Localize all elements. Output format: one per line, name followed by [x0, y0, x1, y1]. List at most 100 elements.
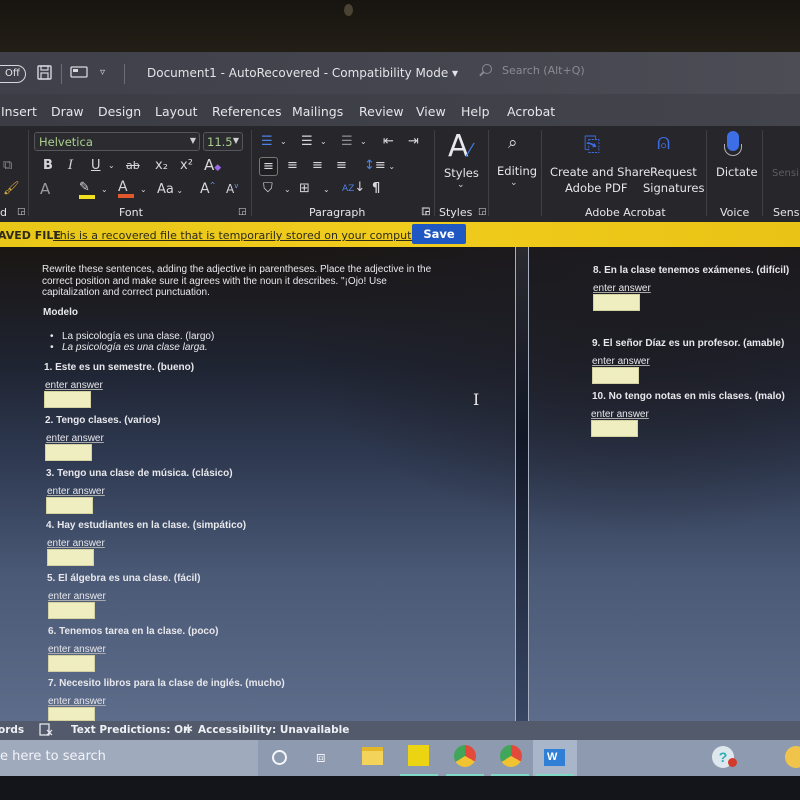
shading-dropdown-icon[interactable]: ⌄ [284, 186, 291, 194]
tab-help[interactable]: Help [461, 104, 490, 119]
chevron-down-icon: ▼ [189, 136, 196, 145]
answer-field-9[interactable] [592, 367, 639, 384]
underline-dropdown-icon[interactable]: ⌄ [108, 162, 115, 170]
superscript-icon[interactable]: x² [180, 159, 193, 172]
numbering-icon[interactable]: ☰ [301, 135, 313, 148]
bold-icon[interactable]: B [43, 159, 53, 172]
multilevel-list-icon[interactable]: ☰ [341, 135, 353, 148]
highlight-icon[interactable]: ✎ [79, 181, 95, 199]
answer-field-2[interactable] [45, 444, 92, 461]
tab-mailings[interactable]: Mailings [292, 104, 343, 119]
question-9: 9. El señor Díaz es un profesor. (amable… [592, 338, 785, 349]
task-view-icon[interactable]: ⧈ [316, 749, 326, 766]
chevron-down-icon: ▼ [232, 136, 239, 145]
tab-review[interactable]: Review [359, 104, 404, 119]
tab-design[interactable]: Design [98, 104, 141, 119]
font-name-value: Helvetica [39, 135, 93, 149]
highlight-dropdown-icon[interactable]: ⌄ [101, 186, 108, 194]
search-icon [482, 64, 492, 74]
borders-icon[interactable]: ⊞ [299, 182, 310, 195]
adobe-acrobat-group-label: Adobe Acrobat [585, 206, 666, 219]
text-effects-icon[interactable]: A [40, 182, 50, 197]
underline-icon[interactable]: U [91, 159, 101, 172]
answer-field-5[interactable] [48, 602, 95, 619]
answer-field-4[interactable] [47, 549, 94, 566]
font-launcher-icon[interactable]: ◲ [238, 208, 247, 217]
font-name-select[interactable]: Helvetica ▼ [34, 132, 200, 151]
answer-field-8[interactable] [593, 294, 640, 311]
customize-qat-icon[interactable]: ▿ [100, 67, 105, 78]
font-color-dropdown-icon[interactable]: ⌄ [140, 186, 147, 194]
align-left-icon[interactable]: ≡ [259, 157, 278, 176]
justify-icon[interactable]: ≡ [336, 159, 347, 172]
clear-formatting-icon[interactable]: A◆ [204, 158, 221, 173]
shading-icon[interactable]: ⛉ [263, 182, 273, 195]
tab-acrobat[interactable]: Acrobat [507, 104, 555, 119]
proofing-icon[interactable] [39, 723, 53, 739]
clipboard-launcher-icon[interactable]: ◲ [17, 208, 26, 217]
numbering-dropdown-icon[interactable]: ⌄ [320, 138, 327, 146]
styles-pane-launcher-icon[interactable]: ◲ [478, 208, 487, 217]
multilevel-dropdown-icon[interactable]: ⌄ [360, 138, 367, 146]
answer-field-1[interactable] [44, 391, 91, 408]
document-title[interactable]: Document1 - AutoRecovered - Compatibilit… [147, 66, 458, 80]
tab-view[interactable]: View [416, 104, 446, 119]
sensitivity-label: Sensi [772, 168, 799, 179]
increase-indent-icon[interactable]: ⇥ [408, 135, 419, 148]
accessibility-status[interactable]: Accessibility: Unavailable [198, 724, 349, 736]
italic-icon[interactable]: I [68, 159, 73, 172]
search-box[interactable]: Search (Alt+Q) [482, 64, 585, 77]
subscript-icon[interactable]: x₂ [155, 159, 168, 172]
weather-icon[interactable] [785, 746, 800, 768]
answer-field-10[interactable] [591, 420, 638, 437]
tab-references[interactable]: References [212, 104, 281, 119]
message-link[interactable]: This is a recovered file that is tempora… [53, 229, 425, 242]
sort-icon[interactable]: AZ↓ [342, 181, 365, 194]
decrease-indent-icon[interactable]: ⇤ [383, 135, 394, 148]
align-center-icon[interactable]: ≡ [287, 159, 298, 172]
separator [28, 130, 29, 216]
format-painter-icon[interactable]: 🖌 [3, 182, 20, 195]
tab-draw[interactable]: Draw [51, 104, 84, 119]
grow-font-icon[interactable]: A^ [200, 182, 215, 196]
word-taskbar-button[interactable]: W [533, 740, 577, 776]
font-color-icon[interactable]: A [118, 180, 134, 198]
sticky-notes-icon[interactable] [408, 745, 429, 766]
cortana-icon[interactable] [272, 750, 287, 765]
chrome-icon[interactable] [454, 745, 476, 767]
show-formatting-marks-icon[interactable]: ¶ [372, 182, 380, 195]
file-explorer-icon[interactable] [362, 747, 383, 765]
font-size-select[interactable]: 11.5 ▼ [203, 132, 243, 151]
tab-layout[interactable]: Layout [155, 104, 198, 119]
borders-dropdown-icon[interactable]: ⌄ [323, 186, 330, 194]
answer-field-7[interactable] [48, 707, 95, 721]
answer-field-6[interactable] [48, 655, 95, 672]
text-predictions-status[interactable]: Text Predictions: On [71, 724, 190, 736]
answer-field-3[interactable] [46, 497, 93, 514]
chrome-profile-icon[interactable] [500, 745, 522, 767]
modelo-example: La psicología es una clase. (largo) [50, 331, 214, 342]
separator [251, 130, 252, 216]
shrink-font-glyph: A [226, 182, 235, 196]
bullets-dropdown-icon[interactable]: ⌄ [280, 138, 287, 146]
strikethrough-icon[interactable]: ab [126, 160, 140, 171]
document-area[interactable]: Rewrite these sentences, adding the adje… [0, 247, 800, 721]
autosave-toggle[interactable]: Off [0, 65, 26, 83]
save-icon[interactable] [37, 65, 52, 84]
taskbar-search[interactable]: e here to search [0, 740, 258, 776]
paragraph-group-label: Paragraph [309, 206, 366, 219]
styles-launcher-icon[interactable]: ◲ [421, 206, 430, 217]
shrink-font-icon[interactable]: Av [226, 182, 238, 196]
line-spacing-icon[interactable]: ↕≡ ⌄ [364, 159, 395, 172]
word-count[interactable]: ords [0, 724, 24, 736]
editing-label: Editing [497, 164, 538, 178]
bullets-icon[interactable]: ☰ [261, 135, 273, 148]
quick-print-icon[interactable] [70, 65, 88, 83]
save-button[interactable]: Save [412, 224, 466, 244]
chevron-down-icon: ⌄ [510, 178, 518, 188]
change-case-icon[interactable]: Aa ⌄ [157, 183, 183, 196]
modelo-example: La psicología es una clase larga. [50, 342, 214, 353]
tab-insert[interactable]: Insert [1, 104, 37, 119]
align-right-icon[interactable]: ≡ [312, 159, 323, 172]
copy-icon[interactable]: ⧉ [3, 159, 12, 172]
